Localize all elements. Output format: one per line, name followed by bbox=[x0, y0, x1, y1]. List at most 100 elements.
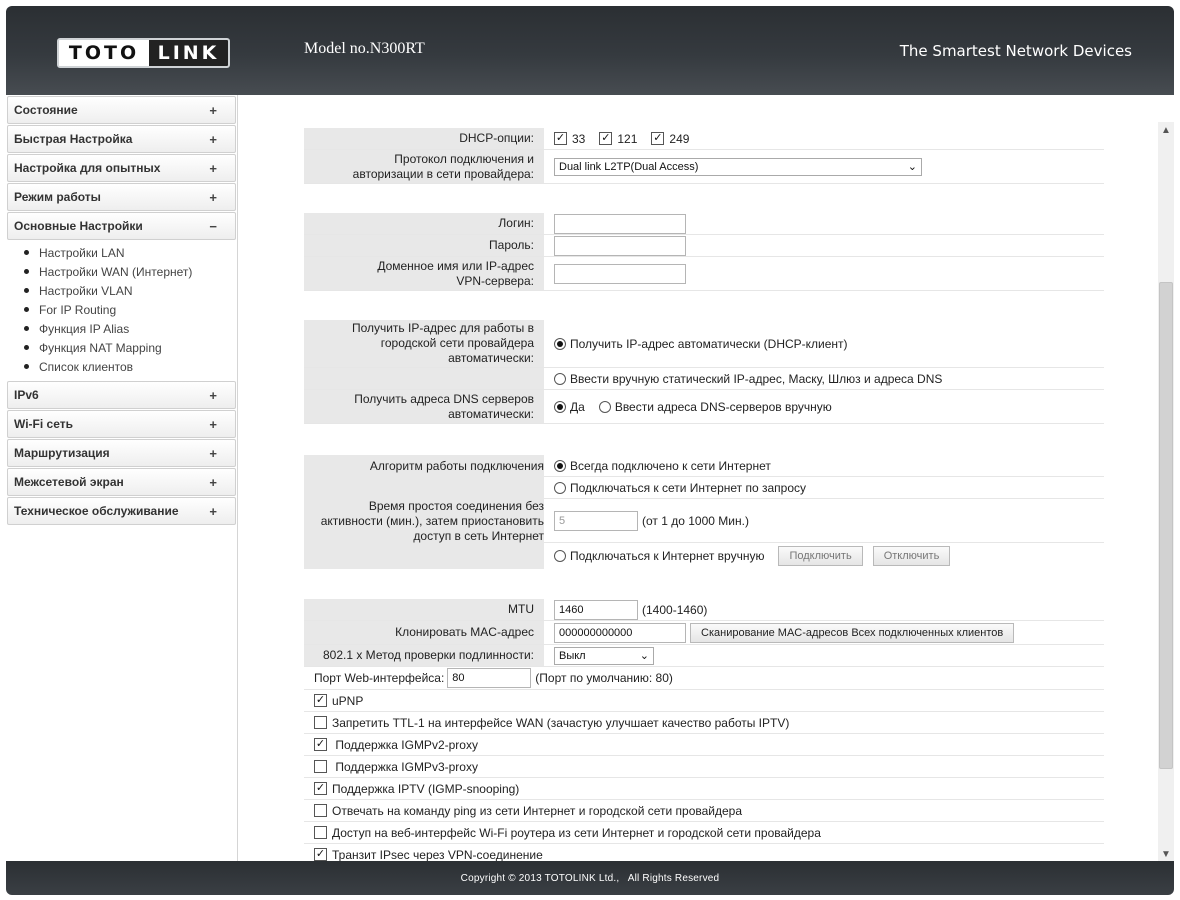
submenu-item-label: Настройки WAN (Интернет) bbox=[39, 264, 193, 279]
checkbox-icon[interactable] bbox=[314, 716, 327, 729]
checkbox-checked-icon[interactable]: ✓ bbox=[314, 782, 327, 795]
scroll-down-icon[interactable]: ▼ bbox=[1158, 846, 1174, 861]
ip-auto-radio[interactable]: Получить IP-адрес автоматически (DHCP-кл… bbox=[554, 337, 848, 351]
dns-manual-radio[interactable]: Ввести адреса DNS-серверов вручную bbox=[598, 400, 832, 414]
main-content: DHCP-опции: ✓ 33 ✓ 121 ✓ 249 Протокол подкл… bbox=[239, 95, 1174, 861]
logo-text-right: LINK bbox=[149, 40, 228, 66]
dhcp-options-label: DHCP-опции: bbox=[304, 128, 544, 149]
submenu-item-lan[interactable]: Настройки LAN bbox=[24, 243, 237, 262]
algo-always-row: Всегда подключено к сети Интернет bbox=[544, 455, 1104, 477]
check-label: Транзит IPsec через VPN-соединение bbox=[332, 847, 543, 862]
sidebar-item-quick-setup[interactable]: Быстрая Настройка + bbox=[7, 125, 236, 153]
check-ttl[interactable]: Запретить TTL-1 на интерфейсе WAN (зачас… bbox=[304, 712, 799, 733]
mac-scan-button[interactable]: Сканирование MAC-адресов Всех подключенн… bbox=[690, 622, 1015, 643]
scrollbar-thumb[interactable] bbox=[1159, 282, 1173, 769]
connect-button[interactable]: Подключить bbox=[778, 546, 863, 566]
ip-static-row: Ввести вручную статический IP-адрес, Мас… bbox=[304, 368, 1104, 390]
checkbox-checked-icon[interactable]: ✓ bbox=[651, 132, 665, 145]
submenu-item-client-list[interactable]: Список клиентов bbox=[24, 357, 237, 376]
idle-label: Время простоя соединения без активности … bbox=[321, 499, 544, 544]
bullet-icon bbox=[24, 364, 29, 369]
idle-time-input[interactable]: 5 bbox=[554, 510, 638, 531]
label-line: VPN-сервера: bbox=[456, 273, 534, 288]
sidebar-item-advanced[interactable]: Настройка для опытных + bbox=[7, 154, 236, 182]
check-row-igmpv2: ✓ Поддержка IGMPv2-proxy bbox=[304, 734, 1104, 756]
bullet-icon bbox=[24, 307, 29, 312]
sidebar-item-ipv6[interactable]: IPv6 + bbox=[7, 381, 236, 409]
dhcp-option-249[interactable]: ✓ 249 bbox=[651, 132, 689, 146]
label-line: городской сети провайдера bbox=[380, 336, 534, 350]
check-ipsec[interactable]: ✓ Транзит IPsec через VPN-соединение bbox=[304, 844, 553, 861]
vpn-server-value bbox=[544, 257, 1104, 290]
auth-method-select[interactable]: Выкл ⌄ bbox=[554, 646, 654, 665]
checkbox-checked-icon[interactable]: ✓ bbox=[314, 738, 327, 751]
sidebar-item-basic-settings[interactable]: Основные Настройки − bbox=[7, 212, 236, 240]
sidebar-item-routing[interactable]: Маршрутизация + bbox=[7, 439, 236, 467]
mtu-input[interactable]: 1460 bbox=[554, 599, 638, 620]
submenu-item-wan[interactable]: Настройки WAN (Интернет) bbox=[24, 262, 237, 281]
radio-selected-icon[interactable] bbox=[554, 400, 566, 413]
vpn-server-input[interactable] bbox=[554, 263, 686, 284]
check-iptv[interactable]: ✓ Поддержка IPTV (IGMP-snooping) bbox=[304, 778, 529, 799]
dns-auto-radio[interactable]: Да bbox=[554, 400, 585, 414]
check-web-access[interactable]: Доступ на веб-интерфейс Wi-Fi роутера из… bbox=[304, 822, 831, 843]
mac-input[interactable]: 000000000000 bbox=[554, 622, 686, 643]
submenu-item-nat-mapping[interactable]: Функция NAT Mapping bbox=[24, 338, 237, 357]
checkbox-icon[interactable] bbox=[314, 760, 327, 773]
dhcp-option-33[interactable]: ✓ 33 bbox=[554, 132, 585, 146]
algo-demand-radio[interactable]: Подключаться к сети Интернет по запросу bbox=[554, 481, 806, 495]
sidebar-item-maintenance[interactable]: Техническое обслуживание + bbox=[7, 497, 236, 525]
radio-icon[interactable] bbox=[554, 550, 566, 562]
check-upnp[interactable]: ✓ uPNP bbox=[304, 690, 373, 711]
submenu-item-vlan[interactable]: Настройки VLAN bbox=[24, 281, 237, 300]
ip-static-radio[interactable]: Ввести вручную статический IP-адрес, Мас… bbox=[554, 372, 942, 386]
check-ping[interactable]: Отвечать на команду ping из сети Интерне… bbox=[304, 800, 752, 821]
expand-icon: + bbox=[209, 503, 217, 519]
totolink-logo[interactable]: TOTO LINK bbox=[57, 38, 230, 68]
checkbox-icon[interactable] bbox=[314, 826, 327, 839]
radio-icon[interactable] bbox=[598, 400, 611, 413]
radio-icon[interactable] bbox=[554, 372, 566, 385]
sidebar-item-status[interactable]: Состояние + bbox=[7, 96, 236, 124]
radio-icon[interactable] bbox=[554, 481, 566, 494]
checkbox-checked-icon[interactable]: ✓ bbox=[599, 132, 613, 145]
mac-clone-row: Клонировать MAC-адрес 000000000000 Скани… bbox=[304, 621, 1104, 645]
scroll-up-icon[interactable]: ▲ bbox=[1158, 122, 1174, 138]
option-label: 121 bbox=[617, 131, 638, 146]
sidebar-item-wifi[interactable]: Wi-Fi сеть + bbox=[7, 410, 236, 438]
check-igmpv3[interactable]: Поддержка IGMPv3-proxy bbox=[304, 756, 488, 777]
checkbox-checked-icon[interactable]: ✓ bbox=[314, 694, 327, 707]
radio-selected-icon[interactable] bbox=[554, 337, 566, 350]
dns-label: Получить адреса DNS серверов автоматичес… bbox=[304, 390, 544, 423]
mtu-row: MTU 1460 (1400-1460) bbox=[304, 599, 1104, 621]
checkbox-icon[interactable] bbox=[314, 804, 327, 817]
login-input[interactable] bbox=[554, 213, 686, 234]
dhcp-option-121[interactable]: ✓ 121 bbox=[599, 132, 637, 146]
label-line: Получить адреса DNS серверов bbox=[354, 391, 534, 406]
password-input[interactable] bbox=[554, 235, 686, 256]
algo-demand-row: Подключаться к сети Интернет по запросу bbox=[544, 477, 1104, 499]
sidebar-item-firewall[interactable]: Межсетевой экран + bbox=[7, 468, 236, 496]
check-row-ping: Отвечать на команду ping из сети Интерне… bbox=[304, 800, 1104, 822]
label-line: Время простоя соединения без bbox=[368, 499, 544, 513]
disconnect-button[interactable]: Отключить bbox=[872, 546, 951, 566]
algo-manual-radio[interactable]: Подключаться к Интернет вручную bbox=[554, 549, 764, 563]
checkbox-checked-icon[interactable]: ✓ bbox=[554, 132, 567, 145]
vertical-scrollbar[interactable]: ▲ ▼ bbox=[1158, 122, 1174, 861]
protocol-select[interactable]: Dual link L2TP(Dual Access) ⌄ bbox=[554, 157, 922, 176]
check-label: uPNP bbox=[332, 693, 364, 708]
check-igmpv2[interactable]: ✓ Поддержка IGMPv2-proxy bbox=[304, 734, 488, 755]
submenu-item-ip-alias[interactable]: Функция IP Alias bbox=[24, 319, 237, 338]
sidebar-item-mode[interactable]: Режим работы + bbox=[7, 183, 236, 211]
check-row-ipsec: ✓ Транзит IPsec через VPN-соединение bbox=[304, 844, 1104, 861]
web-port-hint: (Порт по умолчанию: 80) bbox=[535, 671, 673, 685]
submenu-item-ip-routing[interactable]: For IP Routing bbox=[24, 300, 237, 319]
protocol-value: Dual link L2TP(Dual Access) ⌄ bbox=[544, 150, 1104, 183]
sidebar-menu: Состояние + Быстрая Настройка + Настройка … bbox=[6, 95, 238, 861]
algo-always-radio[interactable]: Всегда подключено к сети Интернет bbox=[554, 459, 771, 473]
radio-selected-icon[interactable] bbox=[554, 459, 566, 472]
option-label: Подключаться к сети Интернет по запросу bbox=[570, 480, 807, 495]
web-port-input[interactable]: 80 bbox=[447, 668, 532, 688]
checkbox-checked-icon[interactable]: ✓ bbox=[314, 848, 327, 861]
